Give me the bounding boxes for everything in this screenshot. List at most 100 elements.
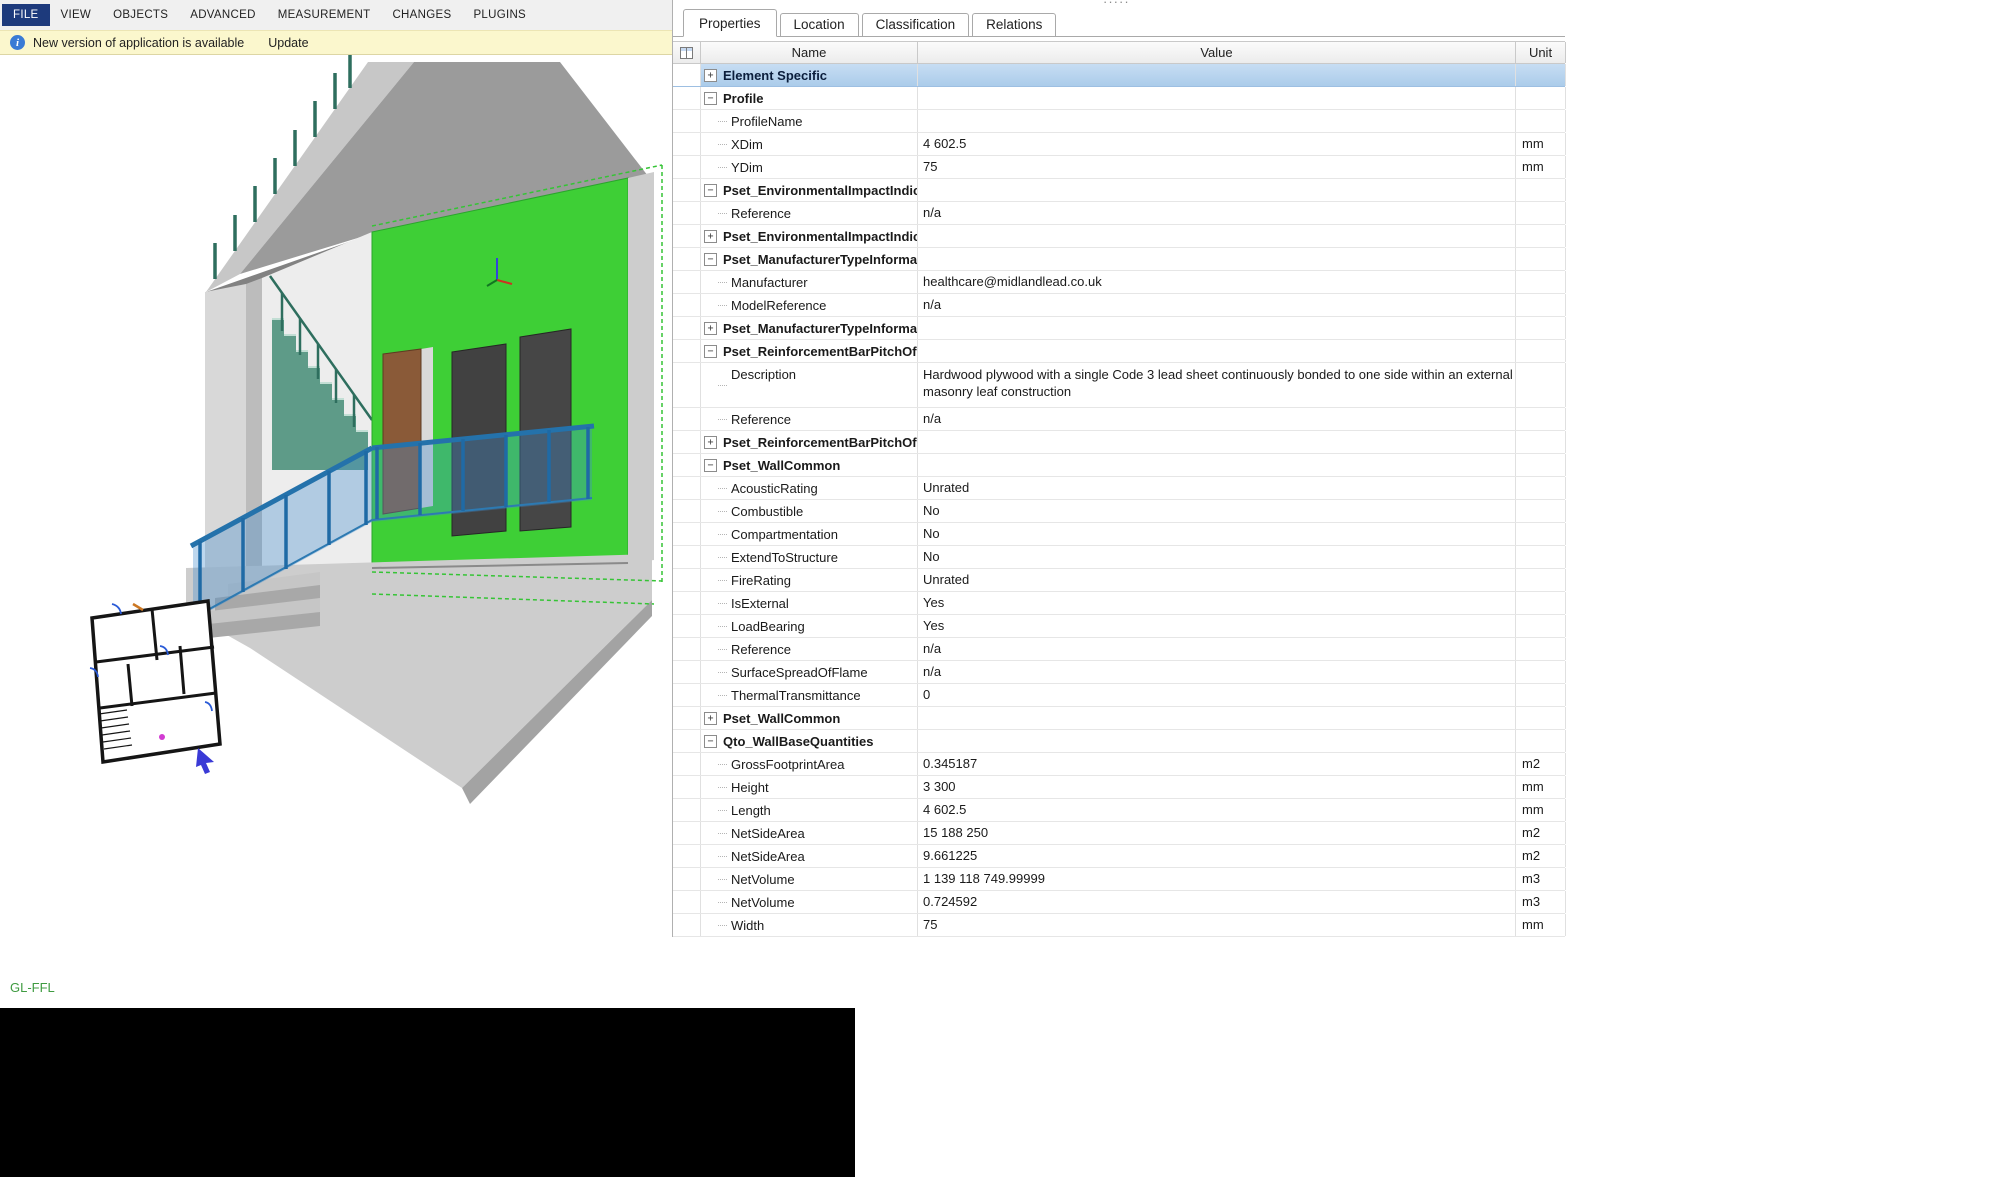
property-row-modelreference[interactable]: ModelReferencen/a — [673, 294, 1565, 317]
column-header-value[interactable]: Value — [918, 42, 1516, 63]
property-unit-cell — [1516, 225, 1566, 247]
property-name-cell: ThermalTransmittance — [701, 684, 918, 706]
collapse-icon[interactable]: − — [704, 253, 717, 266]
menu-advanced[interactable]: ADVANCED — [179, 4, 266, 26]
column-header-name[interactable]: Name — [701, 42, 918, 63]
floor-plan-minimap[interactable] — [90, 601, 220, 762]
property-row-extendtostructure[interactable]: ExtendToStructureNo — [673, 546, 1565, 569]
property-unit-cell — [1516, 661, 1566, 683]
column-chooser-icon[interactable] — [680, 47, 693, 59]
expand-icon[interactable]: + — [704, 69, 717, 82]
property-unit-cell — [1516, 179, 1566, 201]
property-value-cell: healthcare@midlandlead.co.uk — [918, 271, 1516, 293]
expand-icon[interactable]: + — [704, 436, 717, 449]
property-name-cell: Compartmentation — [701, 523, 918, 545]
column-header-unit[interactable]: Unit — [1516, 42, 1566, 63]
column-chooser-cell[interactable] — [673, 42, 701, 63]
property-row-pset-wallcommon[interactable]: −Pset_WallCommon — [673, 454, 1565, 477]
property-name: Manufacturer — [731, 272, 808, 293]
property-row-reference[interactable]: Referencen/a — [673, 202, 1565, 225]
row-indicator-cell — [673, 592, 701, 614]
property-row-loadbearing[interactable]: LoadBearingYes — [673, 615, 1565, 638]
property-row-reference[interactable]: Referencen/a — [673, 638, 1565, 661]
menu-measurement[interactable]: MEASUREMENT — [267, 4, 382, 26]
property-unit-cell — [1516, 202, 1566, 224]
property-name: SurfaceSpreadOfFlame — [731, 662, 868, 683]
property-unit-cell — [1516, 248, 1566, 270]
property-row-pset-wallcommon[interactable]: +Pset_WallCommon — [673, 707, 1565, 730]
property-unit-cell: mm — [1516, 156, 1566, 178]
property-row-profilename[interactable]: ProfileName — [673, 110, 1565, 133]
property-row-length[interactable]: Length4 602.5mm — [673, 799, 1565, 822]
menu-objects[interactable]: OBJECTS — [102, 4, 179, 26]
property-row-firerating[interactable]: FireRatingUnrated — [673, 569, 1565, 592]
row-indicator-cell — [673, 661, 701, 683]
panel-splitter-handle[interactable]: ····· — [1103, 0, 1130, 7]
menu-plugins[interactable]: PLUGINS — [462, 4, 537, 26]
property-row-pset-reinforcementbarpitchofwall[interactable]: +Pset_ReinforcementBarPitchOfWall — [673, 431, 1565, 454]
property-row-compartmentation[interactable]: CompartmentationNo — [673, 523, 1565, 546]
property-unit-cell: mm — [1516, 799, 1566, 821]
property-row-pset-manufacturertypeinformation[interactable]: +Pset_ManufacturerTypeInformation — [673, 317, 1565, 340]
property-row-element-specific[interactable]: +Element Specific — [673, 64, 1565, 87]
wall-end-face[interactable] — [628, 172, 654, 563]
property-unit-cell — [1516, 500, 1566, 522]
tab-relations[interactable]: Relations — [972, 13, 1056, 37]
property-name-cell: XDim — [701, 133, 918, 155]
property-unit-cell: m2 — [1516, 822, 1566, 844]
property-unit-cell: m3 — [1516, 868, 1566, 890]
collapse-icon[interactable]: − — [704, 345, 717, 358]
property-row-thermaltransmittance[interactable]: ThermalTransmittance0 — [673, 684, 1565, 707]
property-value-cell: n/a — [918, 294, 1516, 316]
row-indicator-cell — [673, 248, 701, 270]
property-name-cell: ProfileName — [701, 110, 918, 132]
collapse-icon[interactable]: − — [704, 184, 717, 197]
property-row-netvolume[interactable]: NetVolume0.724592m3 — [673, 891, 1565, 914]
property-row-netsidearea[interactable]: NetSideArea15 188 250m2 — [673, 822, 1565, 845]
row-indicator-cell — [673, 64, 701, 86]
property-row-pset-environmentalimpactindicators[interactable]: −Pset_EnvironmentalImpactIndicators — [673, 179, 1565, 202]
row-indicator-cell — [673, 225, 701, 247]
property-row-height[interactable]: Height3 300mm — [673, 776, 1565, 799]
property-row-netsidearea[interactable]: NetSideArea9.661225m2 — [673, 845, 1565, 868]
property-row-profile[interactable]: −Profile — [673, 87, 1565, 110]
property-name-cell: NetVolume — [701, 891, 918, 913]
property-row-description[interactable]: DescriptionHardwood plywood with a singl… — [673, 363, 1565, 408]
menu-file[interactable]: FILE — [2, 4, 50, 26]
property-row-reference[interactable]: Referencen/a — [673, 408, 1565, 431]
property-row-grossfootprintarea[interactable]: GrossFootprintArea0.345187m2 — [673, 753, 1565, 776]
property-row-surfacespreadofflame[interactable]: SurfaceSpreadOfFlamen/a — [673, 661, 1565, 684]
expand-icon[interactable]: + — [704, 712, 717, 725]
property-name-cell: FireRating — [701, 569, 918, 591]
property-row-pset-reinforcementbarpitchofwall[interactable]: −Pset_ReinforcementBarPitchOfWall — [673, 340, 1565, 363]
property-unit-cell: mm — [1516, 776, 1566, 798]
property-name: NetVolume — [731, 869, 795, 890]
collapse-icon[interactable]: − — [704, 459, 717, 472]
plan-marker-orange — [133, 604, 143, 610]
property-row-width[interactable]: Width75mm — [673, 914, 1565, 937]
property-row-netvolume[interactable]: NetVolume1 139 118 749.99999m3 — [673, 868, 1565, 891]
property-row-pset-environmentalimpactindicators[interactable]: +Pset_EnvironmentalImpactIndicators — [673, 225, 1565, 248]
tab-classification[interactable]: Classification — [862, 13, 970, 37]
property-row-qto-wallbasequantities[interactable]: −Qto_WallBaseQuantities — [673, 730, 1565, 753]
property-row-ydim[interactable]: YDim75mm — [673, 156, 1565, 179]
property-row-isexternal[interactable]: IsExternalYes — [673, 592, 1565, 615]
property-row-acousticrating[interactable]: AcousticRatingUnrated — [673, 477, 1565, 500]
update-button[interactable]: Update — [268, 36, 308, 50]
property-row-manufacturer[interactable]: Manufacturer healthcare@midlandlead.co.uk — [673, 271, 1565, 294]
menu-changes[interactable]: CHANGES — [381, 4, 462, 26]
tab-properties[interactable]: Properties — [683, 9, 777, 37]
menu-view[interactable]: VIEW — [50, 4, 103, 26]
property-row-xdim[interactable]: XDim4 602.5mm — [673, 133, 1565, 156]
collapse-icon[interactable]: − — [704, 92, 717, 105]
property-name: Reference — [731, 409, 791, 430]
property-row-combustible[interactable]: CombustibleNo — [673, 500, 1565, 523]
property-row-pset-manufacturertypeinformation[interactable]: −Pset_ManufacturerTypeInformation — [673, 248, 1565, 271]
row-indicator-cell — [673, 868, 701, 890]
tab-location[interactable]: Location — [780, 13, 859, 37]
expand-icon[interactable]: + — [704, 230, 717, 243]
expand-icon[interactable]: + — [704, 322, 717, 335]
property-unit-cell — [1516, 87, 1566, 109]
property-value-cell: 0.345187 — [918, 753, 1516, 775]
collapse-icon[interactable]: − — [704, 735, 717, 748]
